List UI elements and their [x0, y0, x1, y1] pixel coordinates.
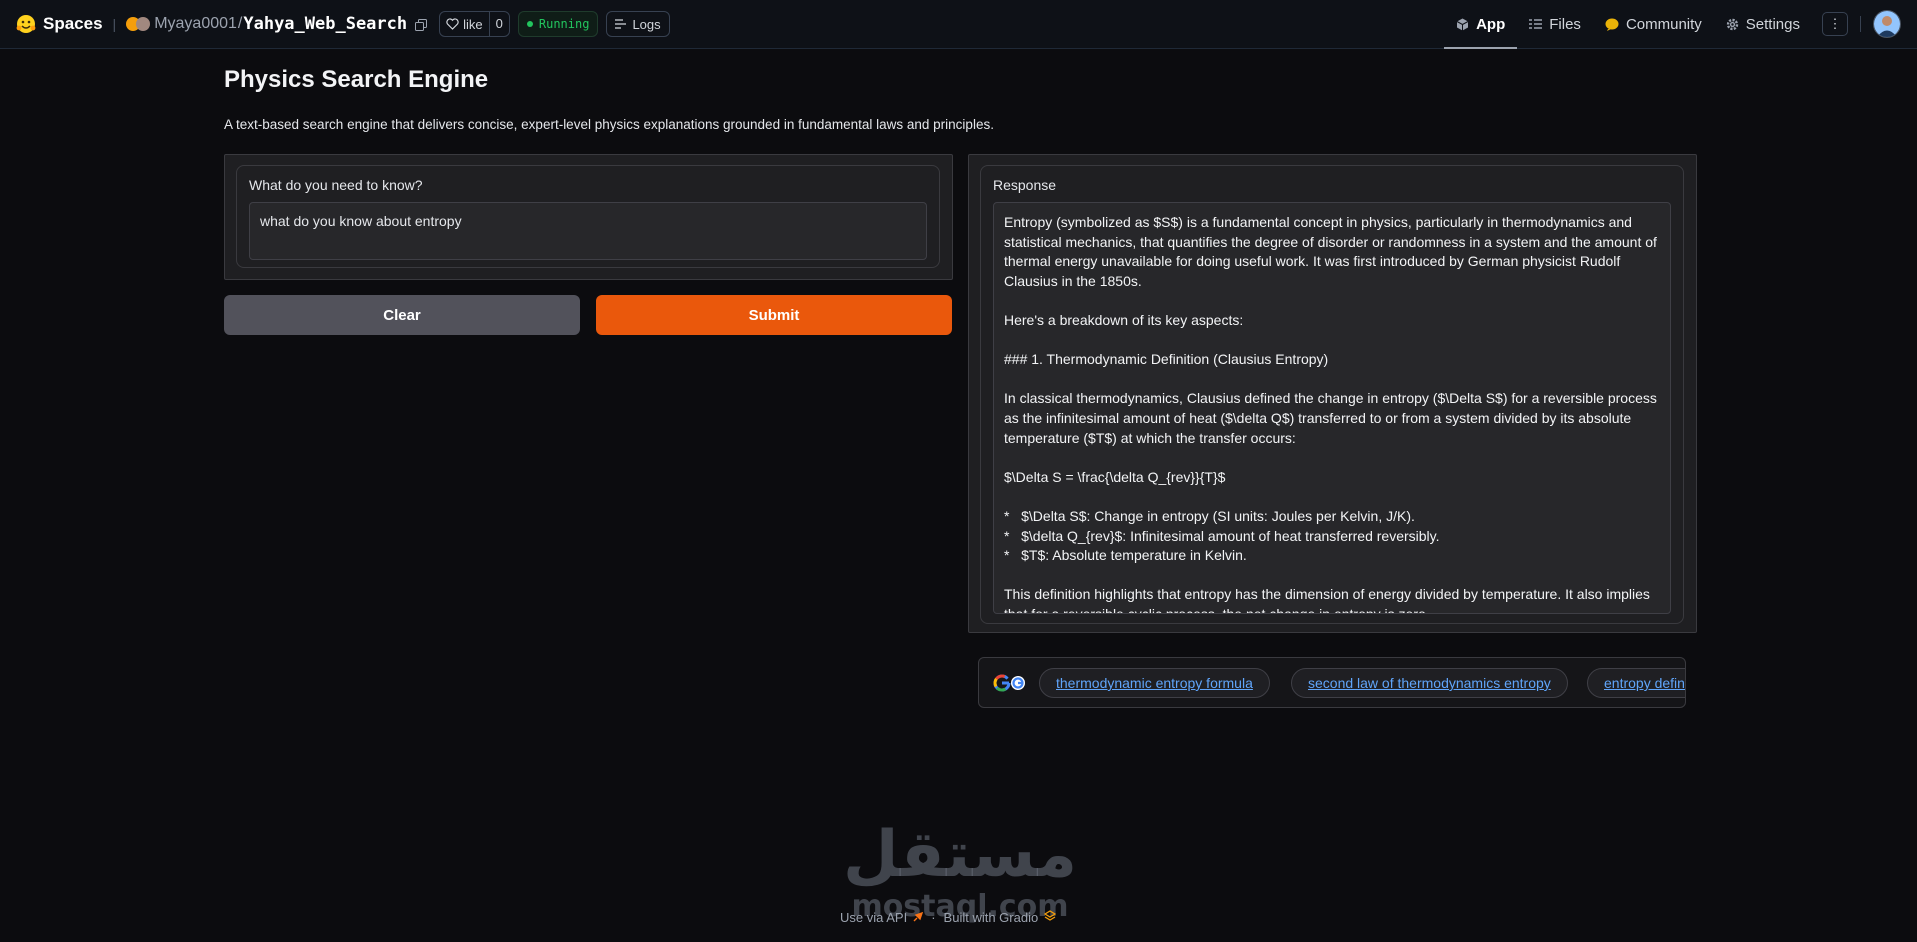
owner-avatars[interactable]	[126, 17, 151, 31]
logs-icon	[615, 19, 627, 29]
suggestion-chip[interactable]: entropy definition	[1587, 668, 1685, 698]
tab-app[interactable]: App	[1444, 0, 1518, 49]
tab-files-label: Files	[1549, 15, 1581, 33]
logs-button[interactable]: Logs	[606, 11, 670, 37]
status-text: Running	[538, 17, 590, 31]
like-button[interactable]: like 0	[439, 11, 510, 37]
gear-icon	[1726, 18, 1738, 30]
response-paragraph: In classical thermodynamics, Clausius de…	[1004, 390, 1657, 446]
tab-files[interactable]: Files	[1517, 0, 1593, 48]
response-paragraph: Here's a breakdown of its key aspects:	[1004, 311, 1244, 328]
owner-link[interactable]: Myaya0001	[154, 15, 237, 33]
rocket-icon	[913, 910, 924, 925]
submit-button[interactable]: Submit	[596, 295, 952, 335]
path-separator: /	[237, 15, 243, 32]
page-description: A text-based search engine that delivers…	[224, 117, 994, 132]
response-output[interactable]: Entropy (symbolized as $S$) is a fundame…	[993, 202, 1671, 614]
gradio-logo-icon	[1043, 910, 1057, 925]
tab-settings[interactable]: Settings	[1714, 0, 1812, 48]
built-with-gradio-link[interactable]: Built with Gradio	[944, 910, 1039, 925]
divider: |	[112, 16, 117, 32]
suggestion-chip[interactable]: thermodynamic entropy formula	[1039, 668, 1270, 698]
response-list-item: * $T$: Absolute temperature in Kelvin.	[1004, 547, 1247, 564]
like-count: 0	[488, 12, 509, 36]
response-paragraph: Entropy (symbolized as $S$) is a fundame…	[1004, 214, 1657, 289]
suggestion-chip[interactable]: second law of thermodynamics entropy	[1291, 668, 1568, 698]
user-avatar[interactable]	[1873, 10, 1901, 38]
logs-label: Logs	[632, 16, 661, 32]
response-heading: ### 1. Thermodynamic Definition (Clausiu…	[1004, 351, 1329, 368]
status-dot-icon	[526, 21, 533, 27]
query-input[interactable]: what do you know about entropy	[249, 202, 927, 260]
copy-icon[interactable]	[415, 18, 428, 31]
response-list-item: * $\Delta S$: Change in entropy (SI unit…	[1004, 507, 1415, 524]
owner-avatar	[136, 17, 151, 31]
more-options-icon[interactable]: ⋮	[1822, 12, 1848, 36]
hugging-face-logo-icon[interactable]	[16, 14, 36, 34]
footer: Use via API · Built with Gradio	[840, 910, 1057, 925]
tab-settings-label: Settings	[1745, 15, 1800, 33]
response-panel: Response Entropy (symbolized as $S$) is …	[968, 154, 1697, 633]
divider	[1860, 16, 1861, 32]
tab-app-label: App	[1476, 15, 1506, 33]
like-label: like	[463, 16, 483, 32]
use-via-api-link[interactable]: Use via API	[840, 910, 907, 925]
response-formula: $\Delta S = \frac{\delta Q_{rev}}{T}$	[1004, 468, 1226, 485]
community-icon	[1605, 18, 1619, 31]
page-title: Physics Search Engine	[224, 66, 489, 93]
heart-icon	[446, 18, 459, 30]
clear-button[interactable]: Clear	[224, 295, 580, 335]
footer-separator: ·	[931, 910, 936, 925]
response-list-item: * $\delta Q_{rev}$: Infinitesimal amount…	[1004, 527, 1440, 544]
running-status-badge[interactable]: Running	[517, 11, 599, 37]
google-logo-icon	[993, 674, 1027, 697]
response-paragraph: This definition highlights that entropy …	[1004, 586, 1650, 614]
watermark-arabic: مستقل	[843, 818, 1077, 892]
tab-community[interactable]: Community	[1593, 0, 1714, 48]
files-icon	[1529, 18, 1543, 29]
top-navigation-bar: Spaces | Myaya0001 / Yahya_Web_Search li…	[0, 0, 1917, 49]
response-label: Response	[993, 177, 1057, 193]
query-block: What do you need to know? what do you kn…	[236, 165, 940, 268]
tab-community-label: Community	[1625, 15, 1702, 33]
spaces-link[interactable]: Spaces	[43, 14, 103, 34]
space-name-link[interactable]: Yahya_Web_Search	[243, 14, 407, 34]
query-label: What do you need to know?	[249, 177, 423, 193]
input-panel: What do you need to know? what do you kn…	[224, 154, 953, 280]
cube-icon	[1456, 18, 1469, 30]
response-block: Response Entropy (symbolized as $S$) is …	[980, 165, 1684, 624]
search-suggestions-bar: thermodynamic entropy formula second law…	[978, 657, 1686, 708]
